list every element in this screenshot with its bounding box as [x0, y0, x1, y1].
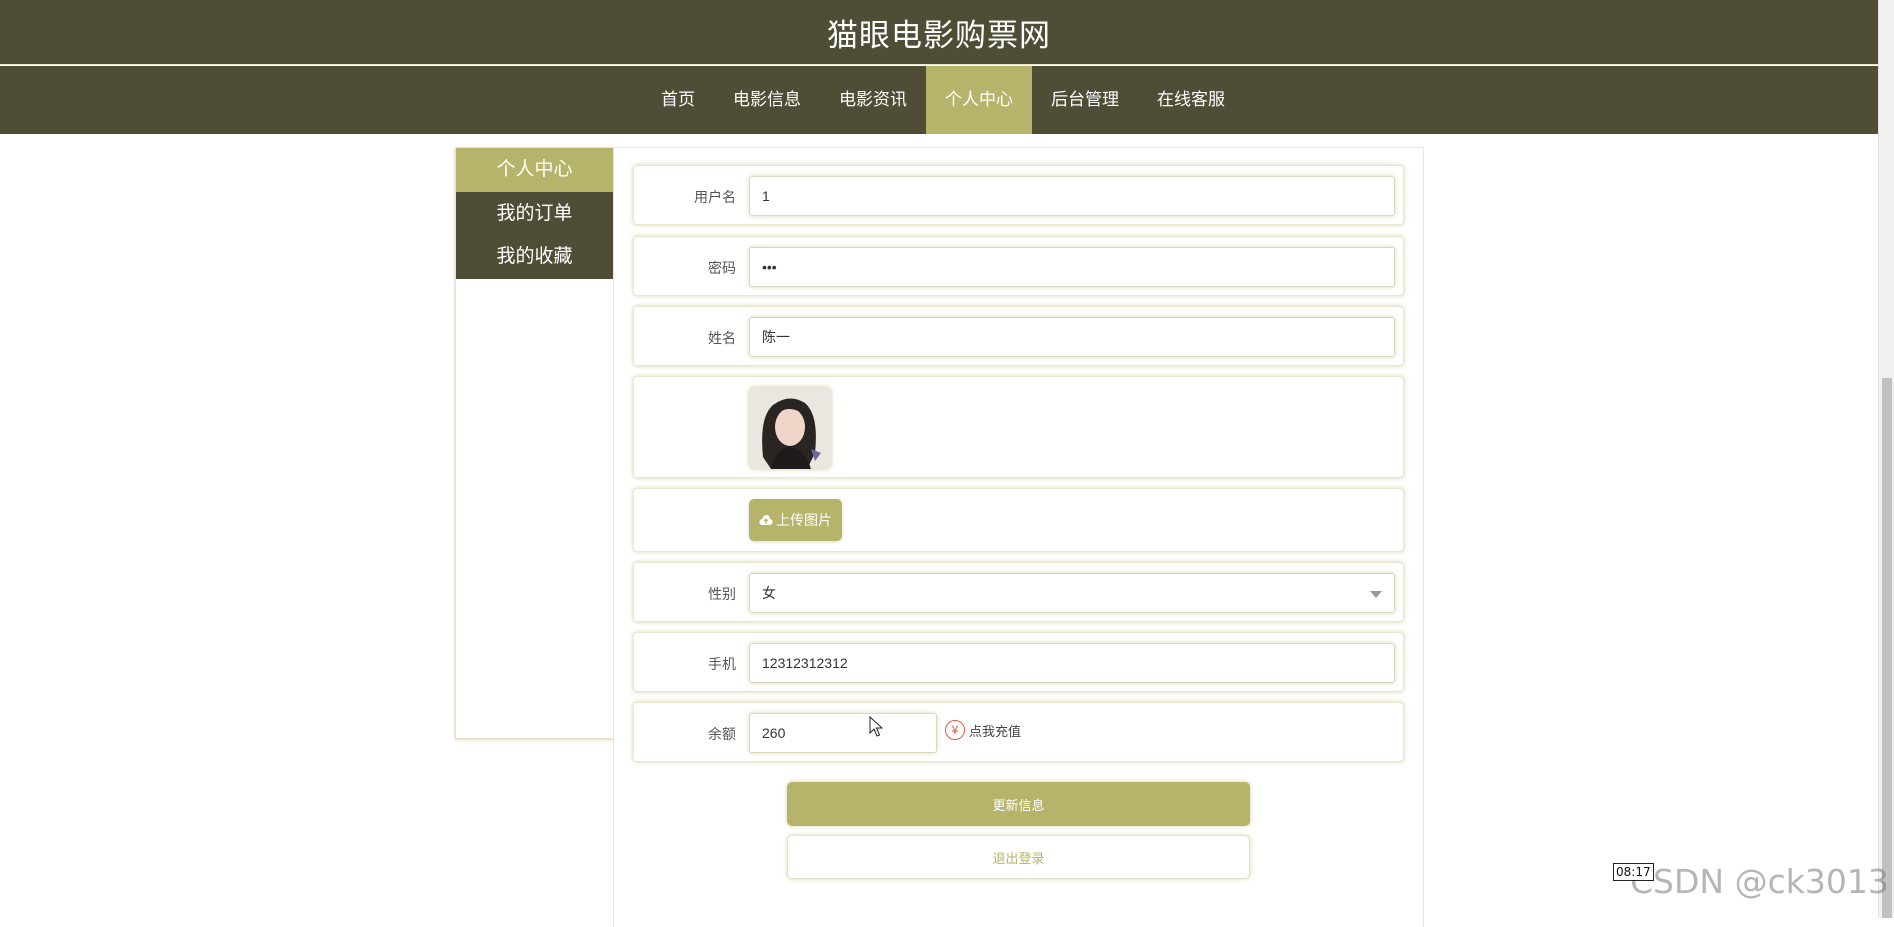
username-label: 用户名: [694, 189, 736, 205]
gender-select[interactable]: 女: [749, 573, 1395, 613]
form-row-name: 姓名 陈一: [633, 306, 1404, 366]
mouse-cursor-icon: [869, 716, 883, 737]
form-row-avatar: [633, 376, 1404, 478]
name-label: 姓名: [708, 330, 736, 346]
scrollbar-thumb[interactable]: [1882, 378, 1892, 918]
nav-item-customer-service[interactable]: 在线客服: [1138, 66, 1244, 134]
name-input[interactable]: 陈一: [749, 317, 1395, 357]
yen-icon: ¥: [945, 720, 965, 740]
update-info-button[interactable]: 更新信息: [787, 782, 1250, 826]
site-title: 猫眼电影购票网: [827, 17, 1051, 53]
phone-label: 手机: [708, 656, 736, 672]
form-row-password: 密码 •••: [633, 236, 1404, 296]
upload-button-label: 上传图片: [776, 512, 832, 528]
nav-item-home[interactable]: 首页: [642, 66, 714, 134]
form-row-username: 用户名 1: [633, 165, 1404, 225]
password-input[interactable]: •••: [749, 247, 1395, 287]
cloud-upload-icon: [759, 515, 773, 525]
nav-list: 首页 电影信息 电影资讯 个人中心 后台管理 在线客服: [642, 66, 1244, 134]
sidebar-item-personal-center[interactable]: 个人中心: [456, 148, 613, 192]
watermark: CSDN @ck3013: [1630, 862, 1889, 901]
avatar-portrait-icon: [749, 387, 831, 469]
balance-input[interactable]: 260: [749, 713, 937, 753]
gender-selected-value: 女: [762, 585, 776, 601]
page-scrollbar[interactable]: [1878, 0, 1894, 918]
sidebar: 个人中心 我的订单 我的收藏: [455, 147, 614, 739]
sidebar-item-my-favorites[interactable]: 我的收藏: [456, 235, 613, 279]
upload-image-button[interactable]: 上传图片: [749, 499, 842, 541]
recharge-label: 点我充值: [969, 723, 1022, 739]
sidebar-item-my-orders[interactable]: 我的订单: [456, 191, 613, 235]
nav-item-movie-info[interactable]: 电影信息: [714, 66, 820, 134]
nav-item-admin[interactable]: 后台管理: [1032, 66, 1138, 134]
chevron-down-icon: [1370, 591, 1382, 598]
recharge-link[interactable]: ¥ 点我充值: [945, 720, 1021, 740]
form-row-balance: 余额 260 ¥ 点我充值: [633, 702, 1404, 762]
password-label: 密码: [708, 260, 736, 276]
form-row-phone: 手机 12312312312: [633, 632, 1404, 692]
gender-label: 性别: [708, 586, 736, 602]
nav-item-movie-news[interactable]: 电影资讯: [820, 66, 926, 134]
nav-item-personal-center[interactable]: 个人中心: [926, 66, 1032, 134]
username-input[interactable]: 1: [749, 176, 1395, 216]
time-indicator: 08:17: [1613, 863, 1654, 881]
phone-input[interactable]: 12312312312: [749, 643, 1395, 683]
balance-label: 余额: [708, 726, 736, 742]
form-row-gender: 性别 女: [633, 562, 1404, 622]
site-header: 猫眼电影购票网: [0, 0, 1878, 65]
main-nav: 首页 电影信息 电影资讯 个人中心 后台管理 在线客服: [0, 66, 1878, 134]
form-row-upload: 上传图片: [633, 488, 1404, 552]
avatar-image[interactable]: [749, 387, 831, 469]
logout-button[interactable]: 退出登录: [787, 835, 1250, 879]
